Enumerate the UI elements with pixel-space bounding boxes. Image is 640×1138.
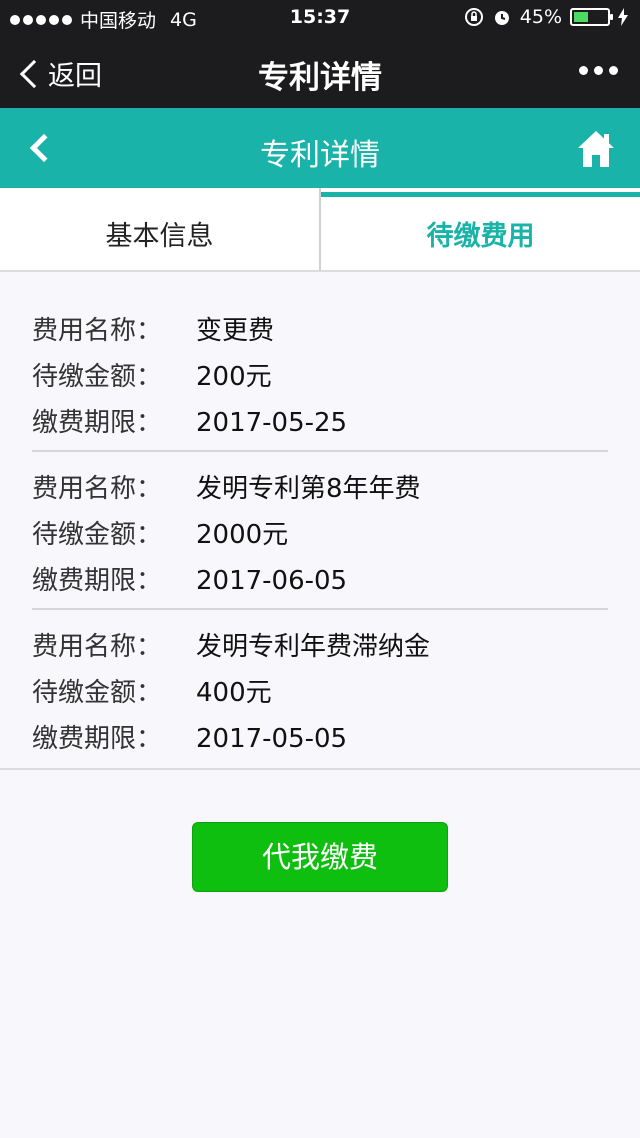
fee-item: 费用名称： 变更费 待缴金额： 200元 缴费期限： 2017-05-25 xyxy=(32,272,608,450)
fee-name-label: 费用名称： xyxy=(32,632,163,662)
fee-amount-row: 待缴金额： 2000元 xyxy=(32,512,608,558)
fee-amount-row: 待缴金额： 200元 xyxy=(32,354,608,400)
fee-name-value: 发明专利第8年年费 xyxy=(196,474,421,504)
fee-deadline-label: 缴费期限： xyxy=(32,408,163,438)
wechat-nav-bar: 返回 专利详情 xyxy=(0,36,640,108)
status-bar: 中国移动 4G 15:37 45% xyxy=(0,0,640,36)
rotation-lock-icon xyxy=(464,8,483,26)
fee-name-label: 费用名称： xyxy=(32,474,163,504)
fee-amount-label: 待缴金额： xyxy=(32,362,163,392)
fee-amount-row: 待缴金额： 400元 xyxy=(32,670,608,716)
alarm-icon xyxy=(494,11,509,25)
battery-icon xyxy=(570,8,613,26)
fee-deadline-value: 2017-05-25 xyxy=(196,408,348,438)
status-right: 45% xyxy=(464,6,628,28)
fee-amount-value: 400元 xyxy=(196,678,272,708)
page-title: 专利详情 xyxy=(260,138,380,173)
fee-item: 费用名称： 发明专利第8年年费 待缴金额： 2000元 缴费期限： 2017-0… xyxy=(32,450,608,608)
fee-name-label: 费用名称： xyxy=(32,316,163,346)
fee-deadline-row: 缴费期限： 2017-05-05 xyxy=(32,716,608,762)
tab-pending-fees[interactable]: 待缴费用 xyxy=(321,188,640,270)
fee-name-row: 费用名称： 发明专利第8年年费 xyxy=(32,466,608,512)
home-icon[interactable] xyxy=(576,128,616,170)
fee-deadline-row: 缴费期限： 2017-06-05 xyxy=(32,558,608,604)
app-header: 专利详情 xyxy=(0,108,640,188)
fee-item: 费用名称： 发明专利年费滞纳金 待缴金额： 400元 缴费期限： 2017-05… xyxy=(32,608,608,766)
wechat-title: 专利详情 xyxy=(258,60,382,96)
tab-bar: 基本信息 待缴费用 xyxy=(0,188,640,272)
fee-amount-value: 2000元 xyxy=(196,520,289,550)
fee-deadline-value: 2017-06-05 xyxy=(196,566,348,596)
fee-amount-value: 200元 xyxy=(196,362,272,392)
tab-basic-info[interactable]: 基本信息 xyxy=(0,188,321,270)
fee-deadline-label: 缴费期限： xyxy=(32,724,163,754)
fee-deadline-row: 缴费期限： 2017-05-25 xyxy=(32,400,608,446)
fee-amount-label: 待缴金额： xyxy=(32,678,163,708)
fee-name-value: 发明专利年费滞纳金 xyxy=(196,632,431,662)
fee-deadline-label: 缴费期限： xyxy=(32,566,163,596)
fee-deadline-value: 2017-05-05 xyxy=(196,724,348,754)
pay-for-me-button[interactable]: 代我缴费 xyxy=(192,822,448,892)
fee-name-row: 费用名称： 发明专利年费滞纳金 xyxy=(32,624,608,670)
fee-amount-label: 待缴金额： xyxy=(32,520,163,550)
fee-name-row: 费用名称： 变更费 xyxy=(32,308,608,354)
fee-list: 费用名称： 变更费 待缴金额： 200元 缴费期限： 2017-05-25 费用… xyxy=(0,272,640,770)
fee-name-value: 变更费 xyxy=(196,316,275,346)
battery-percent: 45% xyxy=(519,6,562,28)
more-dots-icon[interactable] xyxy=(579,66,618,75)
charging-icon xyxy=(618,8,628,26)
